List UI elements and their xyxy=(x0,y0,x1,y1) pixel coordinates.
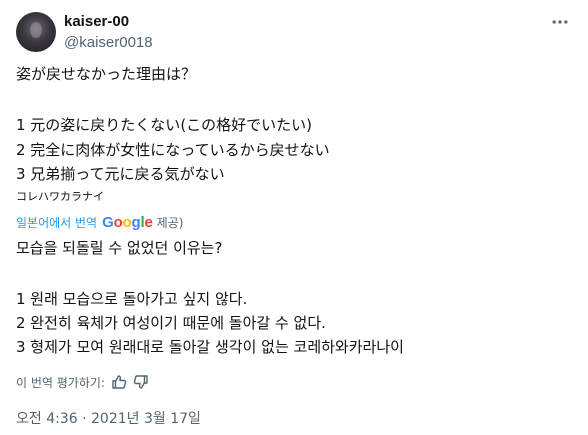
translation-line-3: 2 완전히 육체가 여성이기 때문에 돌아갈 수 없다. xyxy=(16,314,326,332)
tweet-header: kaiser-00 @kaiser0018 xyxy=(16,10,572,58)
original-line-2: 1 元の姿に戻りたくない(この格好でいたい) xyxy=(16,116,313,134)
thumbs-down-icon[interactable] xyxy=(133,374,149,390)
translation-attribution: 일본어에서 번역 Google 제공) xyxy=(16,212,183,232)
avatar[interactable] xyxy=(16,12,56,52)
tweet: kaiser-00 @kaiser0018 姿が戻せなかった理由は？ 1 元の姿… xyxy=(0,0,588,435)
google-logo: Google xyxy=(102,213,153,231)
original-line-4: 3 兄弟揃って元に戻る気がない xyxy=(16,165,225,183)
thumbs-up-icon[interactable] xyxy=(111,374,127,390)
author-handle[interactable]: @kaiser0018 xyxy=(64,34,153,51)
avatar-highlight xyxy=(30,22,42,38)
original-line-1: 姿が戻せなかった理由は？ xyxy=(16,65,197,83)
provided-by-label: 제공) xyxy=(156,215,184,230)
translation-line-1: 모습을 되돌릴 수 없었던 이유는? xyxy=(16,239,223,257)
more-horizontal-icon[interactable] xyxy=(550,12,570,32)
rate-translation: 이 번역 평가하기: xyxy=(16,372,149,392)
original-line-5: コレハワカラナイ xyxy=(16,190,104,203)
tweet-date[interactable]: 2021년 3월 17일 xyxy=(91,411,201,427)
timestamp-separator: · xyxy=(77,411,92,427)
tweet-time[interactable]: 오전 4:36 xyxy=(16,411,78,427)
rate-translation-label: 이 번역 평가하기: xyxy=(16,375,105,390)
author-display-name[interactable]: kaiser-00 xyxy=(64,13,129,30)
original-line-3: 2 完全に肉体が女性になっているから戻せない xyxy=(16,141,330,159)
translated-from-link[interactable]: 일본어에서 번역 xyxy=(16,214,97,231)
translation-line-4: 3 형제가 모여 원래대로 돌아갈 생각이 없는 코레하와카라나이 xyxy=(16,338,404,356)
translation-line-2: 1 원래 모습으로 돌아가고 싶지 않다. xyxy=(16,290,248,308)
tweet-timestamp: 오전 4:36 · 2021년 3월 17일 xyxy=(16,408,201,428)
